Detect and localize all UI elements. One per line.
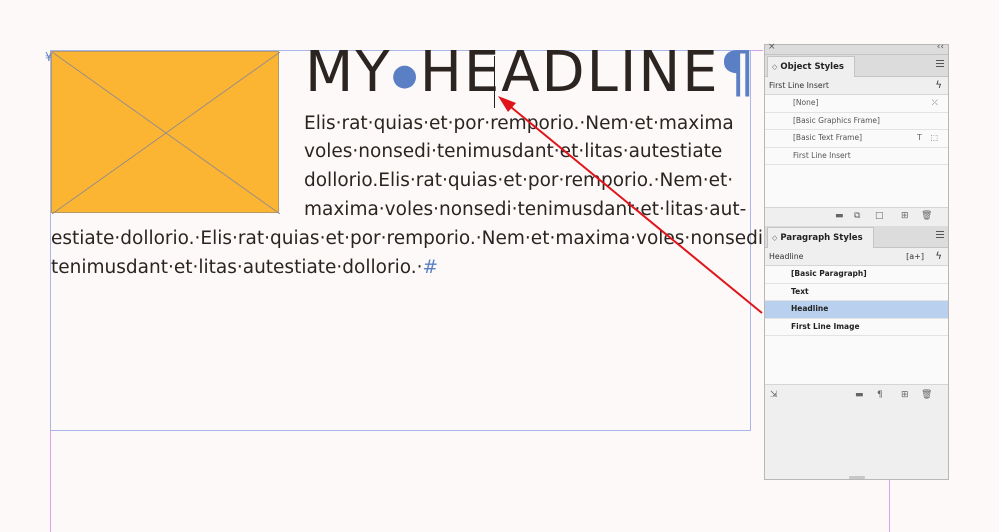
- clear-overrides-icon[interactable]: ¶: [877, 390, 883, 400]
- object-styles-current: First Line Insert ϟ: [765, 77, 948, 94]
- styles-panel-dock: × ‹‹ ◇ Object Styles First Line Insert ϟ …: [764, 42, 949, 480]
- placeholder-cross-icon: [52, 52, 280, 214]
- panel-top-bar: × ‹‹: [765, 42, 948, 55]
- body-line-5[interactable]: estiate·dollorio.·Elis·rat·quias·et·por·…: [51, 225, 769, 253]
- list-item-label: Text: [791, 286, 809, 296]
- list-item[interactable]: [Basic Graphics Frame]: [765, 113, 948, 130]
- resize-grip[interactable]: [849, 476, 865, 479]
- object-styles-list: [None] ⤫ [Basic Graphics Frame] [Basic Te…: [765, 94, 948, 208]
- paragraph-styles-toolbar: ⇲ ▬ ¶ ⊞ 🗑: [765, 387, 948, 405]
- headline-word-2: HEADLINE: [419, 40, 720, 105]
- clear-attributes-icon[interactable]: □: [875, 211, 884, 221]
- object-styles-current-label: First Line Insert: [769, 81, 829, 90]
- clear-overrides-icon[interactable]: ⧉: [854, 211, 860, 221]
- new-style-icon[interactable]: ⊞: [901, 390, 909, 400]
- trash-icon[interactable]: 🗑: [921, 390, 932, 400]
- body-line-1[interactable]: Elis·rat·quias·et·por·remporio.·Nem·et·m…: [304, 110, 734, 138]
- headline-word-1: MY: [305, 40, 392, 105]
- folder-icon[interactable]: ▬: [835, 211, 844, 221]
- lightning-icon[interactable]: ϟ: [935, 248, 942, 265]
- text-frame-icon: T: [917, 133, 922, 142]
- list-item[interactable]: First Line Insert: [765, 148, 948, 165]
- body-line-3[interactable]: dollorio.Elis·rat·quias·et·por·remporio.…: [304, 167, 733, 195]
- object-styles-toolbar: ▬ ⧉ □ ⊞ 🗑: [765, 208, 948, 226]
- body-line-6-text: tenimusdant·et·litas·autestiate·dollorio…: [51, 257, 423, 278]
- list-item-selected[interactable]: Headline: [765, 301, 948, 319]
- list-item-label: [Basic Paragraph]: [791, 269, 867, 278]
- list-item-label: First Line Image: [791, 321, 860, 331]
- body-line-4[interactable]: maxima·voles·nonsedi·tenimusdant·et·lita…: [304, 196, 746, 224]
- paragraph-styles-current-label: Headline: [769, 252, 804, 261]
- object-styles-tab-row: ◇ Object Styles: [765, 55, 948, 77]
- list-item[interactable]: [Basic Paragraph]: [765, 266, 948, 284]
- paragraph-styles-current: Headline [a+] ϟ: [765, 248, 948, 265]
- list-item[interactable]: [None] ⤫: [765, 95, 948, 113]
- list-item[interactable]: Text: [765, 284, 948, 301]
- list-item-label: First Line Insert: [793, 150, 851, 160]
- trash-icon[interactable]: 🗑: [921, 211, 932, 221]
- list-item-label: Headline: [791, 304, 829, 313]
- list-item-label: [Basic Text Frame]: [793, 133, 863, 142]
- object-styles-title: Object Styles: [780, 62, 844, 72]
- tab-object-styles[interactable]: ◇ Object Styles: [767, 56, 855, 77]
- list-item-label: [None]: [793, 98, 819, 107]
- space-dot: ●: [391, 57, 420, 93]
- headline-text[interactable]: MY●HEADLINE¶: [305, 38, 757, 108]
- lightning-icon[interactable]: ϟ: [935, 77, 942, 94]
- paragraph-styles-title: Paragraph Styles: [780, 233, 863, 243]
- close-icon[interactable]: ×: [768, 42, 776, 52]
- frame-icon: ⬚: [930, 133, 938, 142]
- image-placeholder-frame[interactable]: [51, 51, 280, 214]
- collapse-panel-icon[interactable]: ‹‹: [937, 42, 944, 52]
- tab-paragraph-styles[interactable]: ◇ Paragraph Styles: [767, 227, 874, 248]
- list-item[interactable]: First Line Image: [765, 319, 948, 336]
- load-styles-icon[interactable]: ⇲: [770, 390, 778, 400]
- panel-menu-icon[interactable]: [936, 231, 944, 239]
- end-of-story-mark: #: [422, 257, 438, 278]
- body-line-6[interactable]: tenimusdant·et·litas·autestiate·dollorio…: [51, 254, 438, 282]
- chevron-updown-icon: ◇: [772, 234, 778, 242]
- text-cursor: [494, 56, 495, 108]
- pilcrow-icon: ¶: [719, 40, 758, 105]
- new-style-from-text-button[interactable]: [a+]: [906, 248, 924, 265]
- chevron-updown-icon: ◇: [772, 63, 778, 71]
- paragraph-styles-tab-row: ◇ Paragraph Styles: [765, 226, 948, 248]
- new-style-icon[interactable]: ⊞: [901, 211, 909, 221]
- list-item-label: [Basic Graphics Frame]: [793, 115, 880, 125]
- panel-menu-icon[interactable]: [936, 60, 944, 68]
- list-item[interactable]: [Basic Text Frame] T ⬚: [765, 130, 948, 148]
- folder-icon[interactable]: ▬: [855, 390, 864, 400]
- paragraph-styles-list: [Basic Paragraph] Text Headline First Li…: [765, 265, 948, 385]
- no-style-icon: ⤫: [931, 98, 938, 107]
- body-line-2[interactable]: voles·nonsedi·tenimusdant·et·litas·autes…: [304, 138, 722, 166]
